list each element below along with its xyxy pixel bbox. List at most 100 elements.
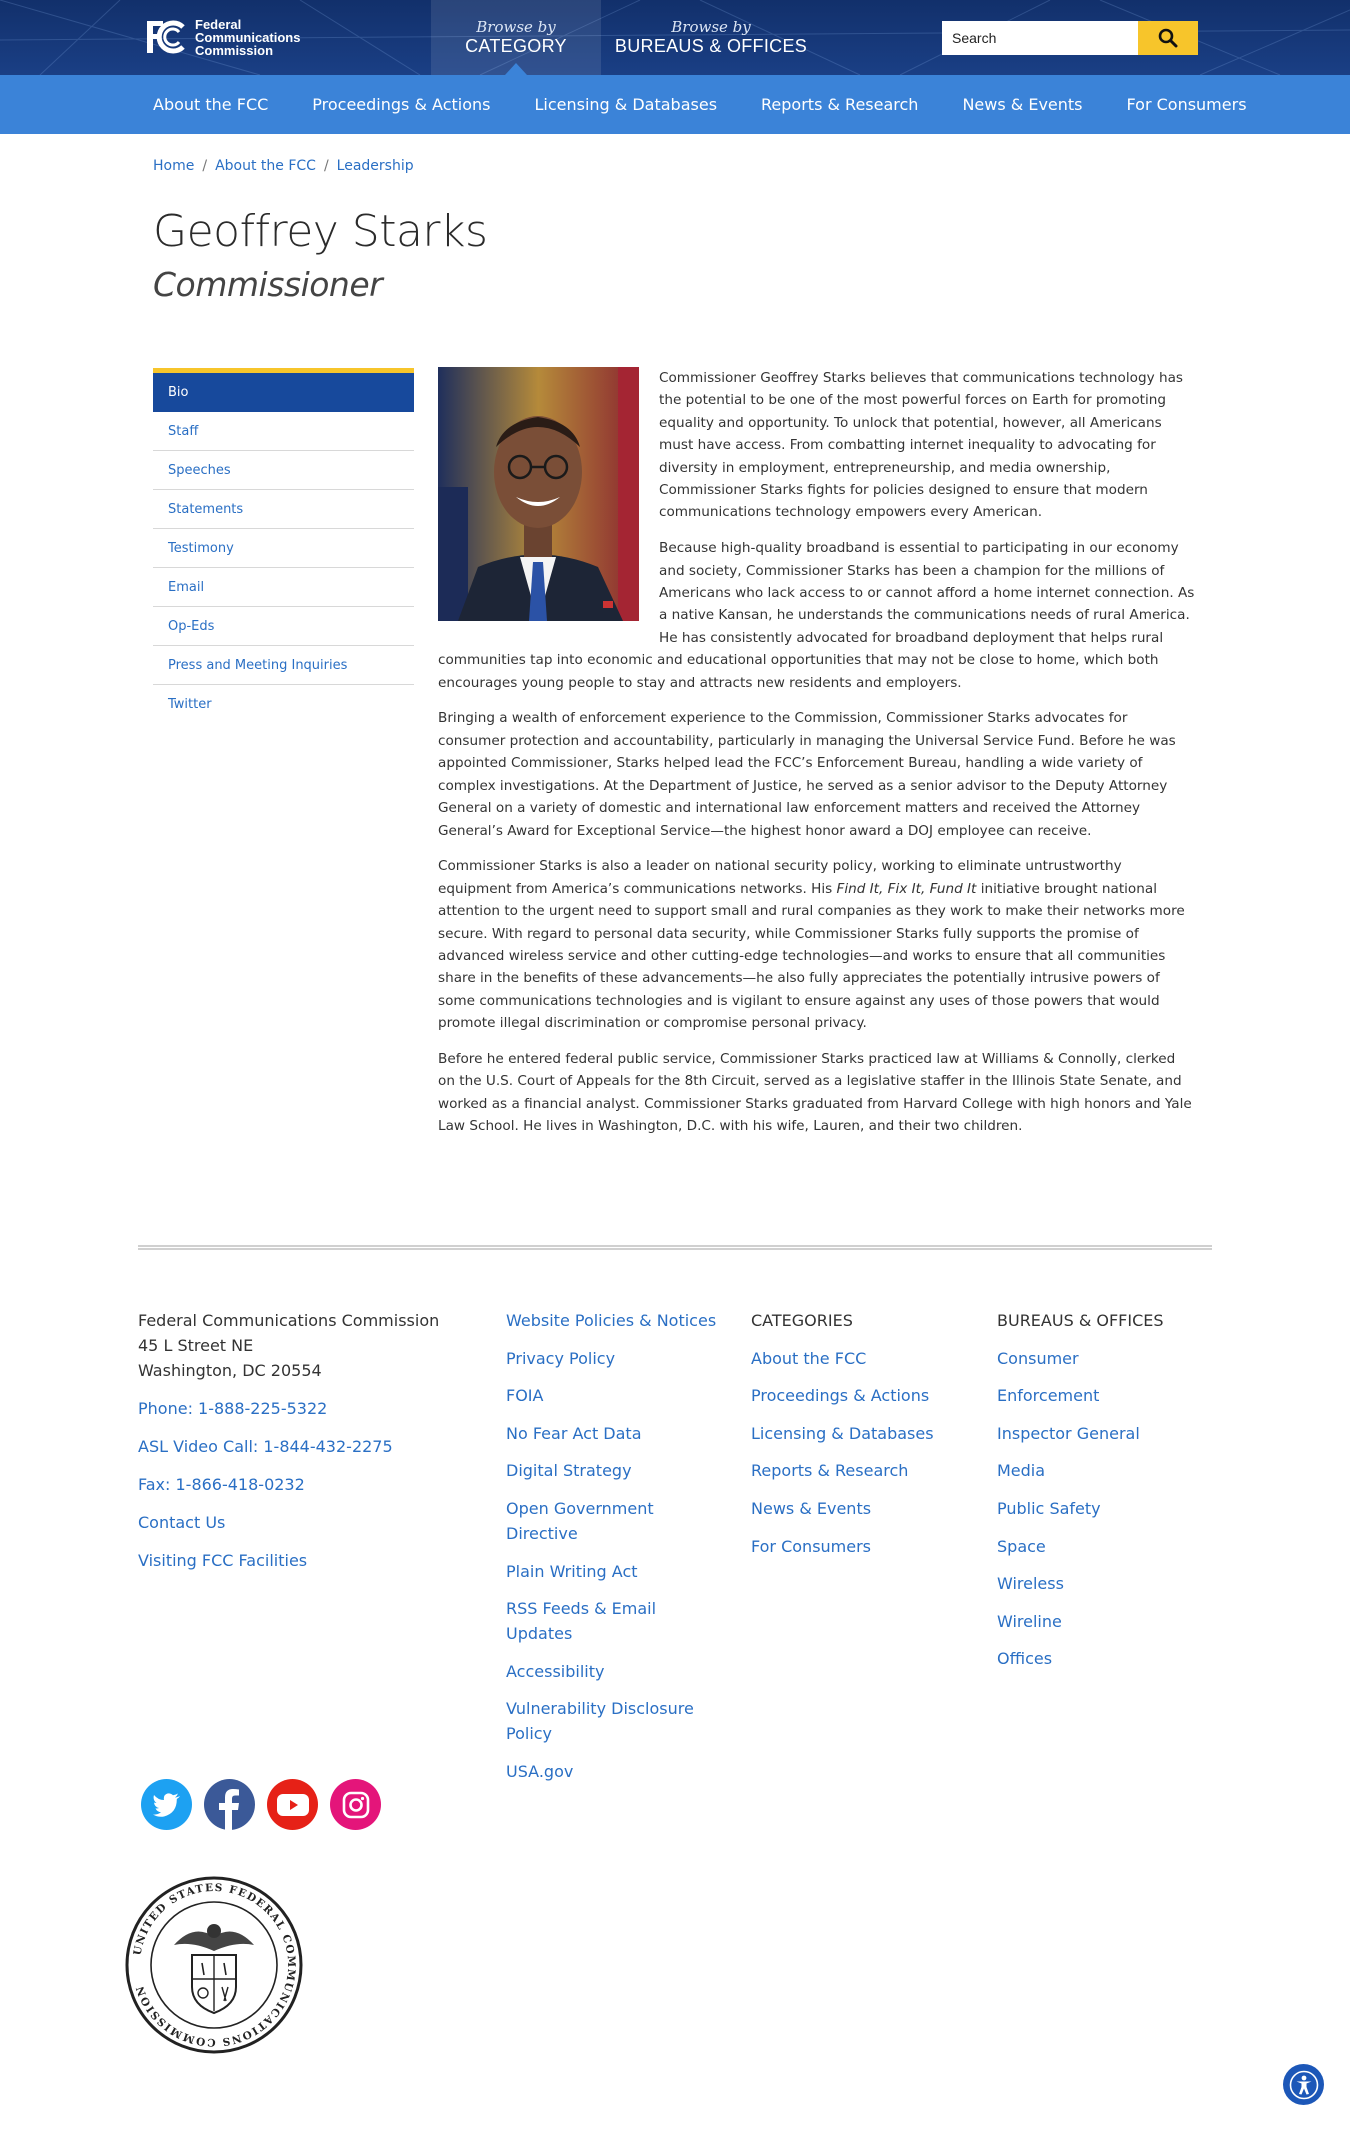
sidenav-testimony[interactable]: Testimony xyxy=(153,529,414,568)
accessibility-widget-button[interactable] xyxy=(1283,2064,1324,2105)
footer-bureaus: BUREAUS & OFFICES Consumer Enforcement I… xyxy=(997,1308,1217,1684)
breadcrumb-separator: / xyxy=(202,158,208,174)
footer-category-link[interactable]: About the FCC xyxy=(751,1346,971,1371)
browse-category-label: CATEGORY xyxy=(465,36,567,56)
nav-licensing-databases[interactable]: Licensing & Databases xyxy=(512,75,739,134)
bio-paragraph: Before he entered federal public service… xyxy=(438,1050,1192,1135)
browse-by-label: Browse by xyxy=(671,18,751,36)
footer-policy-link[interactable]: Plain Writing Act xyxy=(506,1559,726,1584)
footer-bureau-link[interactable]: Enforcement xyxy=(997,1383,1217,1408)
footer-policy-link[interactable]: Accessibility xyxy=(506,1659,726,1684)
footer-categories: CATEGORIES About the FCC Proceedings & A… xyxy=(751,1308,971,1571)
footer-address: Federal Communications Commission 45 L S… xyxy=(138,1308,458,1573)
sidenav-email[interactable]: Email xyxy=(153,568,414,607)
footer-org-name: Federal Communications Commission xyxy=(138,1311,440,1330)
footer-policy-link[interactable]: Digital Strategy xyxy=(506,1458,726,1483)
sidenav-bio[interactable]: Bio xyxy=(153,373,414,412)
page-subtitle: Commissioner xyxy=(153,265,383,304)
instagram-icon[interactable] xyxy=(330,1779,381,1830)
footer-bureau-link[interactable]: Offices xyxy=(997,1646,1217,1671)
footer-bureau-link[interactable]: Inspector General xyxy=(997,1421,1217,1446)
bio-paragraph: Bringing a wealth of enforcement experie… xyxy=(438,710,1176,839)
footer-asl-link[interactable]: ASL Video Call: 1-844-432-2275 xyxy=(138,1434,458,1459)
logo-line: Communications xyxy=(195,29,301,45)
nav-news-events[interactable]: News & Events xyxy=(940,75,1104,134)
sidenav-twitter[interactable]: Twitter xyxy=(153,685,414,724)
footer-policy-link[interactable]: No Fear Act Data xyxy=(506,1421,726,1446)
active-tab-arrow xyxy=(505,63,527,75)
footer-street: 45 L Street NE xyxy=(138,1336,254,1355)
footer-policy-link[interactable]: Privacy Policy xyxy=(506,1346,726,1371)
twitter-icon[interactable] xyxy=(141,1779,192,1830)
footer-policy-link[interactable]: RSS Feeds & Email Updates xyxy=(506,1596,726,1646)
footer-policy-link[interactable]: FOIA xyxy=(506,1383,726,1408)
footer-category-link[interactable]: News & Events xyxy=(751,1496,971,1521)
page-title: Geoffrey Starks xyxy=(153,206,488,257)
nav-for-consumers[interactable]: For Consumers xyxy=(1105,75,1269,134)
footer-policies: Website Policies & Notices Privacy Polic… xyxy=(506,1308,726,1797)
facebook-icon[interactable] xyxy=(204,1779,255,1830)
footer-contact-link[interactable]: Contact Us xyxy=(138,1510,458,1535)
browse-bureaus-label: BUREAUS & OFFICES xyxy=(614,36,808,56)
sidenav-press-inquiries[interactable]: Press and Meeting Inquiries xyxy=(153,646,414,685)
fcc-logo-mark xyxy=(147,20,185,54)
breadcrumb-home[interactable]: Home xyxy=(153,158,194,174)
search-input[interactable] xyxy=(942,21,1138,55)
fcc-seal: UNITED STATES FEDERAL COMMUNICATIONS COM… xyxy=(125,1876,303,2054)
fcc-logo[interactable]: Federal Communications Commission xyxy=(143,17,300,57)
nav-reports-research[interactable]: Reports & Research xyxy=(739,75,940,134)
nav-about-the-fcc[interactable]: About the FCC xyxy=(131,75,290,134)
breadcrumb-separator: / xyxy=(323,158,329,174)
fcc-logo-text: Federal Communications Commission xyxy=(195,18,300,57)
footer-category-link[interactable]: Proceedings & Actions xyxy=(751,1383,971,1408)
sidenav-staff[interactable]: Staff xyxy=(153,412,414,451)
search-form xyxy=(942,21,1198,55)
logo-line: Commission xyxy=(195,42,274,58)
footer-bureau-link[interactable]: Space xyxy=(997,1534,1217,1559)
main-navigation: About the FCC Proceedings & Actions Lice… xyxy=(0,75,1350,134)
browse-by-label: Browse by xyxy=(476,18,556,36)
twitter-glyph xyxy=(152,1792,180,1817)
footer-bureau-link[interactable]: Wireless xyxy=(997,1571,1217,1596)
bio-text: initiative brought national attention to… xyxy=(438,880,1185,1032)
footer-city: Washington, DC 20554 xyxy=(138,1361,322,1380)
footer-phone-link[interactable]: Phone: 1-888-225-5322 xyxy=(138,1396,458,1421)
breadcrumb-about[interactable]: About the FCC xyxy=(215,158,316,174)
footer-category-link[interactable]: Licensing & Databases xyxy=(751,1421,971,1446)
sidenav-speeches[interactable]: Speeches xyxy=(153,451,414,490)
footer-bureaus-heading: BUREAUS & OFFICES xyxy=(997,1311,1164,1330)
nav-proceedings-actions[interactable]: Proceedings & Actions xyxy=(290,75,512,134)
search-icon xyxy=(1158,28,1178,48)
browse-by-bureaus-tab[interactable]: Browse by BUREAUS & OFFICES xyxy=(602,0,820,75)
commissioner-side-nav: Bio Staff Speeches Statements Testimony … xyxy=(153,368,414,724)
youtube-icon[interactable] xyxy=(267,1779,318,1830)
breadcrumb: Home / About the FCC / Leadership xyxy=(153,158,414,174)
breadcrumb-leadership[interactable]: Leadership xyxy=(337,158,414,174)
footer-category-link[interactable]: Reports & Research xyxy=(751,1458,971,1483)
commissioner-portrait-photo xyxy=(438,367,639,621)
social-links xyxy=(141,1779,381,1830)
footer-bureau-link[interactable]: Consumer xyxy=(997,1346,1217,1371)
youtube-glyph xyxy=(276,1793,309,1816)
site-header: Federal Communications Commission Browse… xyxy=(0,0,1350,75)
bio-content: Commissioner Geoffrey Starks believes th… xyxy=(438,367,1196,1151)
accessibility-icon xyxy=(1289,2070,1318,2099)
footer-bureau-link[interactable]: Wireline xyxy=(997,1609,1217,1634)
bio-paragraph: Commissioner Starks is also a leader on … xyxy=(438,855,1196,1034)
footer-bureau-link[interactable]: Public Safety xyxy=(997,1496,1217,1521)
logo-line: Federal xyxy=(195,16,242,32)
footer-bureau-link[interactable]: Media xyxy=(997,1458,1217,1483)
footer-category-link[interactable]: For Consumers xyxy=(751,1534,971,1559)
footer-visiting-link[interactable]: Visiting FCC Facilities xyxy=(138,1548,458,1573)
search-button[interactable] xyxy=(1138,21,1198,55)
initiative-name: Find It, Fix It, Fund It xyxy=(836,880,977,897)
footer-policy-link[interactable]: Open Government Directive xyxy=(506,1496,726,1546)
sidenav-op-eds[interactable]: Op-Eds xyxy=(153,607,414,646)
footer-categories-heading: CATEGORIES xyxy=(751,1311,853,1330)
sidenav-statements[interactable]: Statements xyxy=(153,490,414,529)
footer-policy-link[interactable]: USA.gov xyxy=(506,1759,726,1784)
footer-policy-link[interactable]: Website Policies & Notices xyxy=(506,1308,726,1333)
footer-divider xyxy=(138,1245,1212,1250)
footer-fax-link[interactable]: Fax: 1-866-418-0232 xyxy=(138,1472,458,1497)
footer-policy-link[interactable]: Vulnerability Disclosure Policy xyxy=(506,1696,726,1746)
